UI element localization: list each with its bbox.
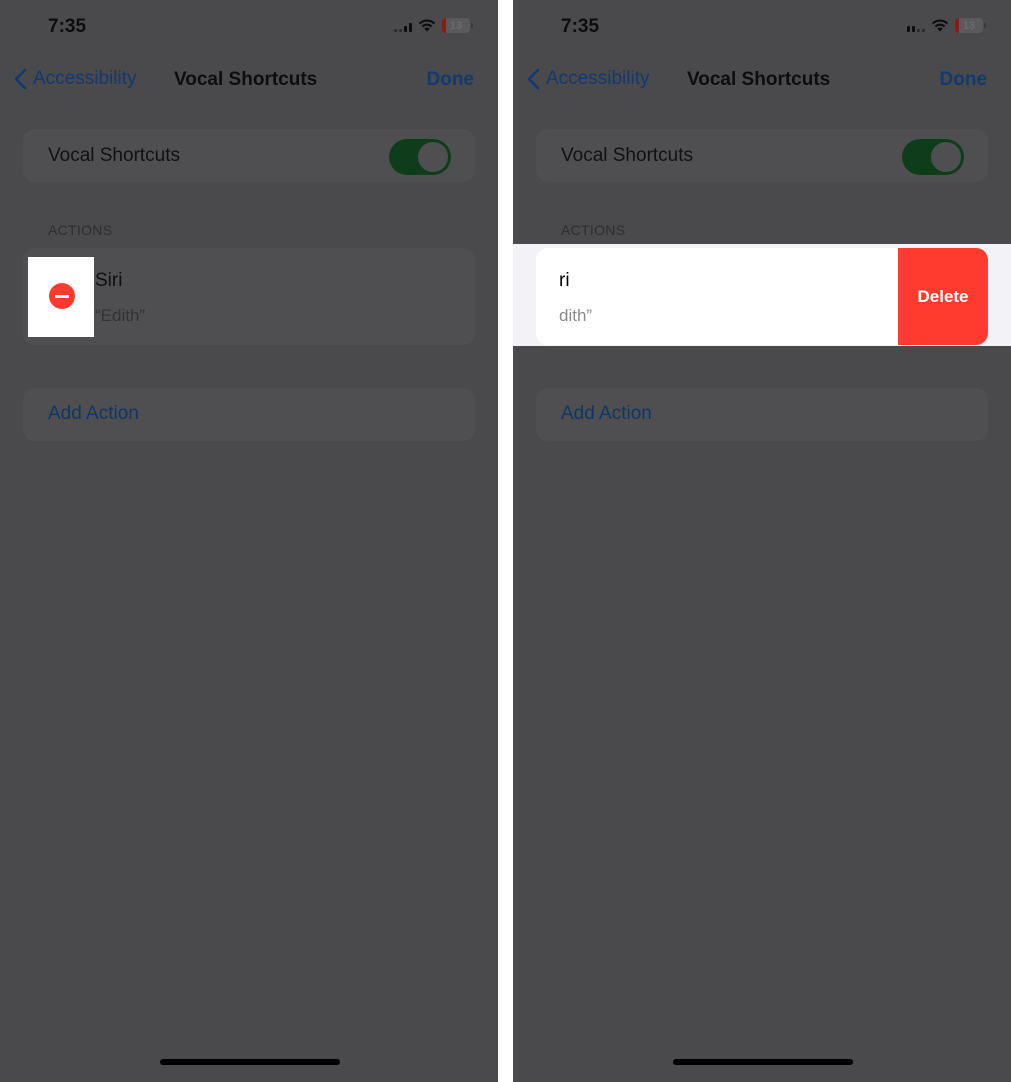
- delete-button[interactable]: Delete: [898, 248, 988, 345]
- swiped-row-content: ri dith”: [536, 248, 864, 345]
- delete-control-highlight: [28, 257, 94, 337]
- action-phrase-truncated: dith”: [559, 306, 593, 325]
- navigation-bar: Accessibility Vocal Shortcuts Done: [0, 62, 498, 98]
- page-title: Vocal Shortcuts: [174, 69, 318, 90]
- actions-section-header: ACTIONS: [48, 222, 113, 238]
- status-time: 7:35: [561, 16, 600, 37]
- action-list-item-swiped[interactable]: ri dith” Delete: [536, 248, 988, 345]
- battery-level: 13: [962, 19, 976, 32]
- navigation-bar: Accessibility Vocal Shortcuts Done: [513, 62, 1011, 98]
- done-button[interactable]: Done: [940, 69, 988, 91]
- battery-icon: 13: [955, 18, 986, 33]
- minus-circle-icon[interactable]: [49, 283, 75, 309]
- chevron-left-icon: [14, 68, 27, 90]
- back-button-label: Accessibility: [546, 68, 650, 89]
- wifi-icon: [418, 19, 436, 32]
- cellular-signal-icon: [907, 20, 925, 32]
- status-icons: 13: [394, 18, 473, 33]
- add-action-button[interactable]: Add Action: [23, 388, 475, 441]
- cellular-signal-icon: [394, 20, 412, 32]
- add-action-button[interactable]: Add Action: [536, 388, 988, 441]
- home-indicator: [160, 1059, 340, 1065]
- home-indicator: [673, 1059, 853, 1065]
- back-button[interactable]: Accessibility: [527, 68, 649, 90]
- toggle-label: Vocal Shortcuts: [561, 145, 694, 166]
- page-title: Vocal Shortcuts: [687, 69, 831, 90]
- vocal-shortcuts-toggle-row: Vocal Shortcuts: [536, 129, 988, 182]
- phone-screen-edit-mode: 7:35 13 Accessibility Vocal Shortcuts Do…: [0, 0, 498, 1082]
- add-action-label: Add Action: [561, 403, 652, 424]
- back-button[interactable]: Accessibility: [14, 68, 136, 90]
- actions-section-header: ACTIONS: [561, 222, 626, 238]
- action-title-truncated: ri: [559, 270, 570, 291]
- back-button-label: Accessibility: [33, 68, 137, 89]
- vocal-shortcuts-toggle[interactable]: [389, 139, 451, 175]
- phone-screen-swipe-delete: 7:35 13 Accessibility Vocal Shortcuts Do…: [513, 0, 1011, 1082]
- chevron-left-icon: [527, 68, 540, 90]
- add-action-label: Add Action: [48, 403, 139, 424]
- toggle-knob: [417, 141, 449, 173]
- swipe-highlight-band: ri dith” Delete: [513, 244, 1011, 346]
- toggle-knob: [930, 141, 962, 173]
- status-time: 7:35: [48, 16, 87, 37]
- done-button[interactable]: Done: [427, 69, 475, 91]
- wifi-icon: [931, 19, 949, 32]
- vocal-shortcuts-toggle-row: Vocal Shortcuts: [23, 129, 475, 182]
- vocal-shortcuts-toggle[interactable]: [902, 139, 964, 175]
- action-title: Siri: [95, 270, 123, 291]
- action-phrase: “Edith”: [95, 306, 146, 325]
- battery-level: 13: [449, 19, 463, 32]
- battery-icon: 13: [442, 18, 473, 33]
- toggle-label: Vocal Shortcuts: [48, 145, 181, 166]
- status-icons: 13: [907, 18, 986, 33]
